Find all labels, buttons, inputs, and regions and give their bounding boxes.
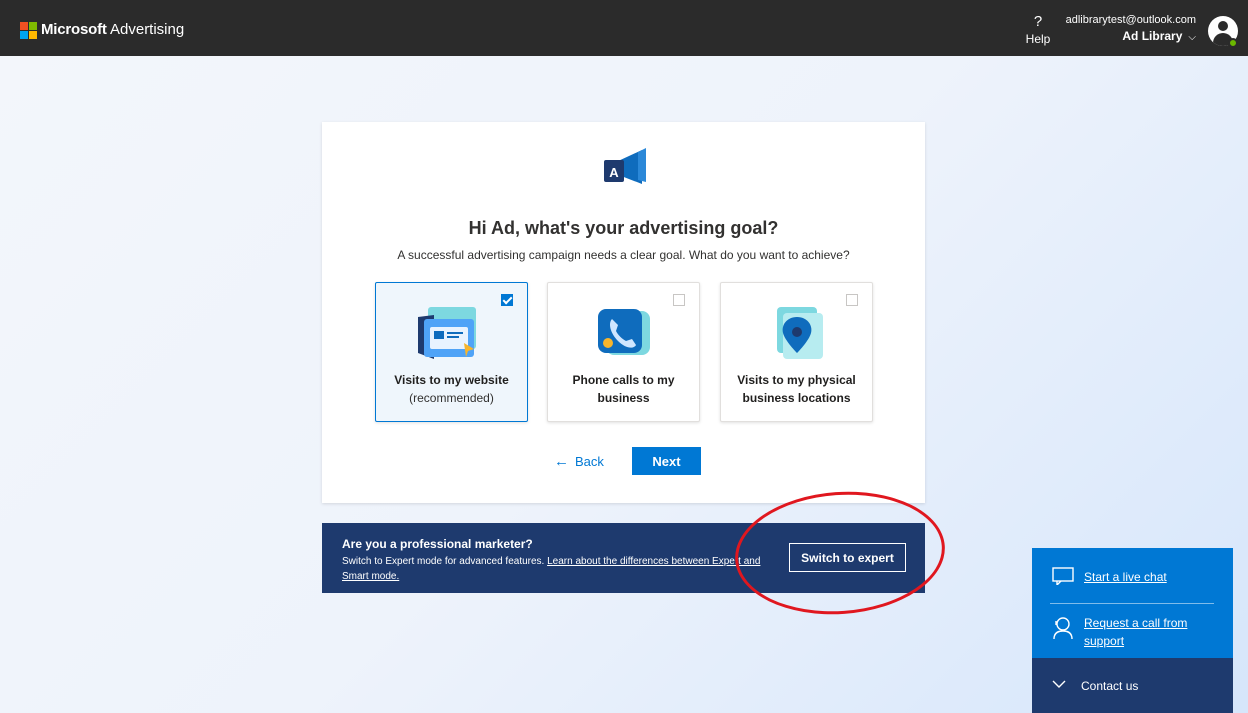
option-label: Visits to my physical business locations [737, 373, 856, 405]
account-email: adlibrarytest@outlook.com [1065, 14, 1196, 26]
help-icon: ? [1033, 13, 1043, 30]
phone-icon [598, 309, 650, 355]
checkbox[interactable] [846, 294, 858, 306]
support-panel: Start a live chat Request a call from su… [1032, 548, 1233, 658]
account-name: Ad Library ⌵ [1122, 29, 1196, 43]
page-subtitle: A successful advertising campaign needs … [397, 248, 850, 262]
contact-us-label: Contact us [1081, 679, 1139, 693]
location-pin-icon [777, 307, 823, 359]
microsoft-logo-icon [20, 22, 37, 39]
arrow-left-icon: ← [554, 453, 569, 470]
banner-title: Are you a professional marketer? [342, 537, 533, 551]
back-button[interactable]: ← Back [554, 453, 604, 470]
product-name: Advertising [110, 21, 185, 38]
checkbox-checked[interactable] [501, 294, 513, 306]
help-label: Help [1025, 32, 1051, 46]
option-label: Phone calls to my business [572, 373, 675, 405]
goal-option-phone[interactable]: Phone calls to my business [547, 282, 700, 422]
headset-icon [1053, 617, 1073, 640]
goal-card: A Hi Ad, what's your advertising goal? A… [322, 122, 925, 503]
banner-description: Switch to Expert mode for advanced featu… [342, 556, 761, 582]
brand-name: Microsoft [41, 21, 107, 38]
account-menu[interactable]: adlibrarytest@outlook.com Ad Library ⌵ [1066, 14, 1196, 43]
chevron-down-icon: ⌵ [1188, 32, 1196, 43]
option-label: Visits to my website (recommended) [394, 373, 509, 405]
next-button[interactable]: Next [632, 447, 701, 475]
online-status-icon [1228, 38, 1238, 48]
svg-text:A: A [609, 165, 619, 180]
switch-to-expert-button[interactable]: Switch to expert [789, 543, 906, 572]
top-bar: Microsoft Advertising ? Help adlibraryte… [0, 4, 1248, 56]
chevron-down-icon [1052, 678, 1066, 692]
help-button[interactable]: ? Help [1020, 13, 1056, 47]
contact-us-toggle[interactable]: Contact us [1032, 658, 1233, 713]
main-content: A Hi Ad, what's your advertising goal? A… [0, 56, 1248, 713]
goal-option-location[interactable]: Visits to my physical business locations [720, 282, 873, 422]
page-title: Hi Ad, what's your advertising goal? [468, 218, 779, 238]
goal-option-website[interactable]: Visits to my website (recommended) [375, 282, 528, 422]
chat-icon [1052, 567, 1074, 585]
website-icon [418, 307, 476, 359]
checkbox[interactable] [673, 294, 685, 306]
divider [1050, 603, 1214, 604]
expert-mode-banner: Are you a professional marketer? Switch … [322, 523, 925, 593]
megaphone-ad-icon: A [604, 148, 646, 184]
